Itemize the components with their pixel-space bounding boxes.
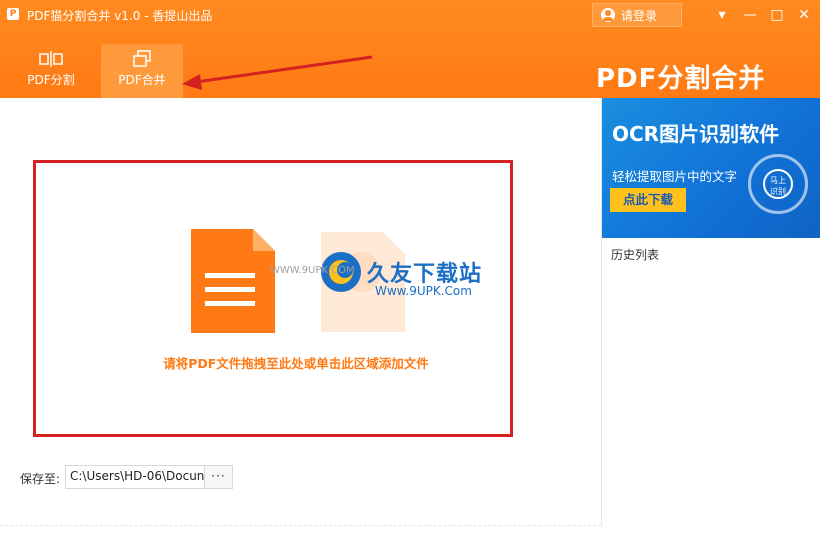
watermark-small-text: WWW.9UPK.COM bbox=[270, 265, 355, 276]
user-icon bbox=[601, 8, 615, 22]
drop-hint-text: 请将PDF文件拖拽至此处或单击此区域添加文件 bbox=[163, 356, 429, 371]
ocr-ad-banner[interactable]: OCR图片识别软件 轻松提取图片中的文字 点此下载 马上 识别 bbox=[602, 98, 820, 238]
watermark: 久友下载站 Www.9UPK.Com bbox=[317, 248, 507, 308]
save-path-input[interactable]: C:\Users\HD-06\Docun bbox=[65, 465, 205, 489]
close-button[interactable]: ✕ bbox=[794, 5, 814, 25]
header: P PDF猫分割合并 v1.0 - 香提山出品 请登录 ▾ — □ ✕ PDF分… bbox=[0, 0, 820, 98]
main-area: 请将PDF文件拖拽至此处或单击此区域添加文件 bbox=[0, 98, 601, 526]
history-list-title: 历史列表 bbox=[611, 248, 660, 262]
tab-pdf-merge-label: PDF合并 bbox=[118, 73, 166, 87]
brand-title: PDF分割合并 bbox=[596, 64, 766, 94]
divider bbox=[0, 525, 601, 526]
right-panel: OCR图片识别软件 轻松提取图片中的文字 点此下载 马上 识别 历史列表 bbox=[601, 98, 820, 526]
browse-button[interactable]: ··· bbox=[204, 465, 233, 489]
app-window: P PDF猫分割合并 v1.0 - 香提山出品 请登录 ▾ — □ ✕ PDF分… bbox=[0, 0, 820, 551]
tab-pdf-merge[interactable]: PDF合并 bbox=[101, 44, 183, 98]
ad-subtitle: 轻松提取图片中的文字 bbox=[612, 169, 738, 184]
pdf-document-icon bbox=[191, 229, 275, 333]
merge-icon bbox=[133, 50, 151, 67]
ad-title: OCR图片识别软件 bbox=[612, 122, 780, 146]
ad-badge: 马上 识别 bbox=[763, 169, 793, 199]
menu-dropdown-icon[interactable]: ▾ bbox=[712, 5, 732, 25]
ad-scan-circle: 马上 识别 bbox=[748, 154, 808, 214]
maximize-button[interactable]: □ bbox=[767, 5, 787, 25]
login-button[interactable]: 请登录 bbox=[592, 3, 682, 27]
title-bar: P PDF猫分割合并 v1.0 - 香提山出品 请登录 ▾ — □ ✕ bbox=[0, 0, 820, 30]
minimize-button[interactable]: — bbox=[740, 5, 760, 25]
tab-pdf-split[interactable]: PDF分割 bbox=[10, 44, 92, 98]
app-logo-icon: P bbox=[7, 8, 19, 20]
watermark-url: Www.9UPK.Com bbox=[375, 284, 472, 298]
ad-download-button[interactable]: 点此下载 bbox=[610, 188, 686, 212]
tab-pdf-split-label: PDF分割 bbox=[27, 73, 75, 87]
window-title: PDF猫分割合并 v1.0 - 香提山出品 bbox=[27, 9, 213, 23]
split-icon bbox=[39, 51, 63, 67]
login-label: 请登录 bbox=[621, 8, 658, 23]
save-to-label: 保存至: bbox=[20, 472, 61, 486]
